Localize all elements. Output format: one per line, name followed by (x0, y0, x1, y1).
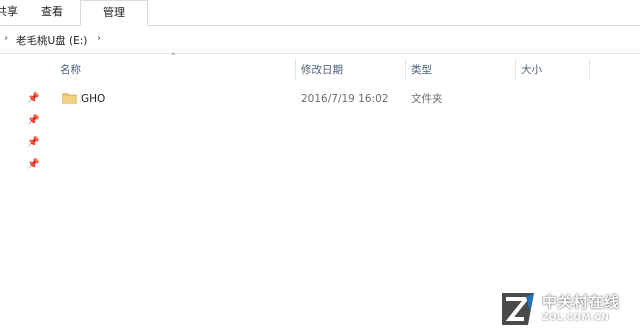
column-date[interactable]: 修改日期 (296, 57, 404, 83)
breadcrumb-drive[interactable]: 老毛桃U盘 (E:) (16, 33, 87, 48)
address-bar[interactable]: › 老毛桃U盘 (E:) › (0, 28, 640, 54)
watermark: 中关村在线 ZOL.COM.CN (500, 289, 636, 329)
tab-view[interactable]: 查看 (34, 0, 70, 25)
file-name: GHO (81, 93, 106, 105)
pin-icon[interactable]: 📌 (27, 137, 39, 149)
chevron-right-icon[interactable]: › (97, 33, 101, 44)
ribbon-tabs: 共享 查看 管理 (0, 0, 640, 26)
pin-icon[interactable]: 📌 (27, 93, 39, 105)
file-modified: 2016/7/19 16:02 (301, 93, 389, 105)
column-divider[interactable] (589, 59, 590, 81)
folder-icon (62, 93, 77, 104)
watermark-en-text: ZOL.COM.CN (542, 313, 610, 323)
column-name[interactable]: 名称 (55, 57, 295, 83)
pin-icon[interactable]: 📌 (27, 159, 39, 171)
watermark-cn-text: 中关村在线 (542, 293, 620, 311)
file-type: 文件夹 (411, 93, 443, 105)
tab-share[interactable]: 共享 (0, 0, 22, 25)
column-header: 名称 修改日期 类型 大小 (0, 57, 640, 83)
pin-icon[interactable]: 📌 (27, 115, 39, 127)
column-type[interactable]: 类型 (406, 57, 514, 83)
list-item[interactable]: GHO 2016/7/19 16:02 文件夹 (55, 89, 475, 109)
column-size[interactable]: 大小 (516, 57, 588, 83)
chevron-right-icon[interactable]: › (4, 33, 8, 44)
zol-logo-icon (502, 293, 534, 325)
tab-manage[interactable]: 管理 (80, 0, 148, 26)
